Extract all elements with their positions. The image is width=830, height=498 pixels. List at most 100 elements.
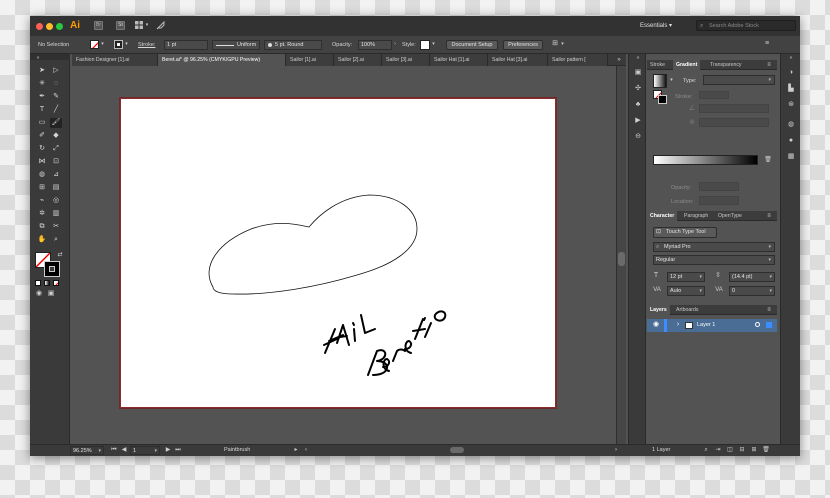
tab-character[interactable]: Character [647, 211, 678, 221]
tab-paragraph[interactable]: Paragraph [681, 211, 711, 221]
column-graph-tool-icon[interactable]: ▥ [50, 209, 62, 219]
close-window-button[interactable] [36, 23, 43, 30]
delete-layer-icon[interactable]: 🗑 [762, 445, 770, 455]
bridge-icon[interactable]: Br [94, 21, 103, 30]
first-artboard-icon[interactable]: ⏮ [110, 445, 118, 455]
gpu-rocket-icon[interactable] [156, 20, 166, 30]
eyedropper-tool-icon[interactable]: ⌁ [36, 196, 48, 206]
preferences-button[interactable]: Preferences [503, 40, 543, 50]
align-icon[interactable]: ⊞ [550, 39, 560, 49]
color-mode-icon[interactable] [35, 280, 41, 286]
tab-artboards[interactable]: Artboards [673, 305, 702, 315]
hand-tool-icon[interactable]: ✋ [36, 235, 48, 245]
stroke-swatch[interactable] [114, 40, 123, 49]
chevron-right-icon[interactable]: › [392, 39, 398, 49]
blend-tool-icon[interactable]: ◎ [50, 196, 62, 206]
perspective-grid-tool-icon[interactable]: ⊿ [50, 170, 62, 180]
gradient-mode-icon[interactable] [44, 280, 50, 286]
export-icon[interactable]: ⇥ [714, 445, 722, 455]
graphic-style-swatch[interactable] [420, 40, 430, 50]
zoom-window-button[interactable] [56, 23, 63, 30]
artboard[interactable] [120, 98, 556, 408]
panel-menu-icon[interactable]: ≡ [762, 39, 772, 49]
stroke-weight-field[interactable]: 1 pt [164, 40, 208, 50]
stroke-color-box[interactable] [44, 261, 60, 277]
gradient-type-select[interactable]: ▾ [703, 75, 775, 85]
target-icon[interactable] [755, 322, 760, 327]
touch-type-tool-button[interactable]: ⊡ Touch Type Tool [653, 227, 717, 238]
swatches-icon[interactable]: ● [785, 136, 797, 146]
previous-artboard-icon[interactable]: ◀ [120, 445, 128, 455]
clipping-mask-icon[interactable]: ◫ [726, 445, 734, 455]
image-trace-icon[interactable]: ▣ [632, 68, 644, 78]
chevron-down-icon[interactable]: ▾ [124, 39, 129, 49]
tab-beret[interactable]: Beret.ai* @ 96.25% (CMYK/GPU Preview) [158, 54, 286, 66]
scale-tool-icon[interactable]: ⤢ [50, 144, 62, 154]
panel-menu-icon[interactable]: ≡ [764, 60, 774, 70]
selection-indicator[interactable] [766, 322, 772, 328]
chevron-down-icon[interactable]: ▾ [560, 39, 565, 49]
tab-sailor-hat-1[interactable]: Sailor Hat [1].ai [430, 54, 488, 66]
locate-object-icon[interactable]: ⌕ [702, 445, 710, 455]
screen-mode-icon[interactable]: ▣ [46, 289, 56, 299]
links-icon[interactable]: ⊖ [632, 132, 644, 142]
new-layer-icon[interactable]: ⊞ [750, 445, 758, 455]
font-style-field[interactable]: Regular ▾ [653, 255, 775, 265]
collapse-icon[interactable]: » [34, 53, 42, 63]
chevron-down-icon[interactable]: ▾ [144, 20, 150, 30]
eraser-tool-icon[interactable]: ◆ [50, 131, 62, 141]
scroll-right-icon[interactable]: › [612, 445, 620, 455]
gradient-slider[interactable] [653, 155, 758, 165]
slice-tool-icon[interactable]: ✂ [50, 222, 62, 232]
stock-search-field[interactable]: ⌕ Search Adobe Stock [696, 20, 796, 31]
stock-icon[interactable]: St [116, 21, 125, 30]
artboard-tool-icon[interactable]: ⧉ [36, 222, 48, 232]
tab-sailor-1[interactable]: Sailor [1].ai [286, 54, 334, 66]
visibility-eye-icon[interactable]: ◉ [651, 320, 661, 330]
tracking-field[interactable]: 0 ▾ [729, 286, 775, 296]
actions-icon[interactable]: ▶ [632, 116, 644, 126]
next-artboard-icon[interactable]: ▶ [164, 445, 172, 455]
brush-definition[interactable]: 5 pt. Round [264, 40, 322, 50]
vertical-scrollbar[interactable] [616, 66, 626, 444]
font-family-field[interactable]: ⌕ Myriad Pro ▾ [653, 242, 775, 252]
tab-transparency[interactable]: Transparency [707, 60, 745, 70]
tab-fashion-designer[interactable]: Fashion Designer [1].ai [72, 54, 158, 66]
type-tool-icon[interactable]: T [36, 105, 48, 115]
mesh-tool-icon[interactable]: ⊞ [36, 183, 48, 193]
selection-tool-icon[interactable]: ➤ [36, 66, 48, 76]
chevron-down-icon[interactable]: ▾ [669, 75, 674, 85]
rotate-tool-icon[interactable]: ↻ [36, 144, 48, 154]
document-info-icon[interactable]: ▙ [785, 84, 797, 94]
chevron-down-icon[interactable]: ▾ [100, 39, 105, 49]
minimize-window-button[interactable] [46, 23, 53, 30]
horizontal-scroll-thumb[interactable] [450, 447, 464, 453]
layer-row[interactable]: ◉ › Layer 1 [647, 319, 777, 332]
symbols-icon[interactable]: ♣ [632, 100, 644, 110]
collapse-icon[interactable]: » [633, 53, 643, 63]
appearance-icon[interactable]: ◍ [785, 120, 797, 130]
variable-width-profile[interactable]: Uniform [212, 40, 260, 50]
width-tool-icon[interactable]: ⋈ [36, 157, 48, 167]
curvature-tool-icon[interactable]: ✎ [50, 92, 62, 102]
paintbrush-tool-icon[interactable]: 🖌 [50, 118, 62, 128]
collapse-icon[interactable]: « [786, 53, 796, 63]
gradient-tool-icon[interactable]: ▤ [50, 183, 62, 193]
zoom-tool-icon[interactable]: ⌕ [50, 235, 62, 245]
chevron-down-icon[interactable]: ▾ [431, 39, 436, 49]
tab-opentype[interactable]: OpenType [715, 211, 745, 221]
panel-menu-icon[interactable]: ≡ [764, 305, 774, 315]
tab-sailor-pattern[interactable]: Sailor pattern [ [548, 54, 608, 66]
shaper-tool-icon[interactable]: ✐ [36, 131, 48, 141]
scroll-left-icon[interactable]: ‹ [302, 445, 310, 455]
more-tabs-icon[interactable]: » [614, 55, 624, 65]
free-transform-tool-icon[interactable]: ⊡ [50, 157, 62, 167]
last-artboard-icon[interactable]: ⏭ [174, 445, 182, 455]
graphic-styles-icon[interactable]: ▦ [785, 152, 797, 162]
leading-field[interactable]: (14.4 pt) ▾ [729, 272, 775, 282]
tab-layers[interactable]: Layers [647, 305, 670, 315]
chevron-right-icon[interactable]: › [674, 320, 682, 330]
opacity-field[interactable]: 100% [358, 40, 392, 50]
gradient-stroke-swatch[interactable] [658, 95, 667, 104]
tab-sailor-2[interactable]: Sailor [2].ai [334, 54, 382, 66]
